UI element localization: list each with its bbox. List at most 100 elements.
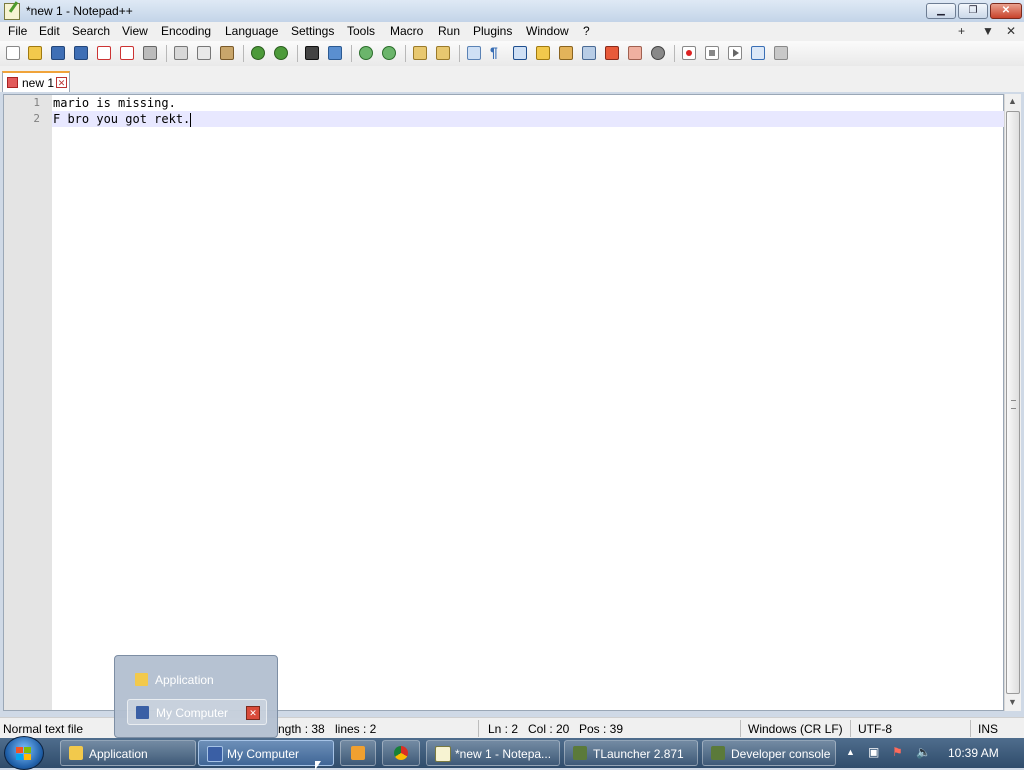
popup-item-application[interactable]: Application bbox=[127, 667, 267, 693]
menu-encoding[interactable]: Encoding bbox=[161, 24, 211, 38]
new-file-icon[interactable] bbox=[6, 46, 20, 60]
play-macro-icon[interactable] bbox=[728, 46, 742, 60]
cut-icon[interactable] bbox=[174, 46, 188, 60]
chrome-icon bbox=[394, 746, 408, 760]
taskbar-label: My Computer bbox=[227, 747, 300, 761]
popup-item-label: My Computer bbox=[156, 706, 229, 720]
scroll-up-icon[interactable]: ▲ bbox=[1008, 96, 1017, 106]
taskbar-notepad[interactable]: *new 1 - Notepa... bbox=[426, 740, 560, 766]
vertical-scrollbar[interactable]: ▲ ▼ bbox=[1004, 94, 1021, 711]
toolbar-separator bbox=[166, 45, 167, 62]
line-number: 2 bbox=[33, 112, 40, 125]
minecraft-icon bbox=[711, 746, 725, 760]
zoom-out-icon[interactable] bbox=[382, 46, 396, 60]
taskbar-thumbnail-popup: Application My Computer ✕ bbox=[114, 655, 278, 738]
toolbar: ¶ bbox=[0, 41, 1024, 67]
restore-icon: ❐ bbox=[968, 5, 978, 16]
menu-bar: File Edit Search View Encoding Language … bbox=[0, 22, 1024, 41]
find-icon[interactable] bbox=[305, 46, 319, 60]
open-file-icon[interactable] bbox=[28, 46, 42, 60]
code-line[interactable]: mario is missing. bbox=[52, 95, 1005, 111]
close-all-icon[interactable] bbox=[120, 46, 134, 60]
folder-icon bbox=[135, 673, 148, 686]
record-macro-icon[interactable] bbox=[682, 46, 696, 60]
new-tab-button[interactable]: + bbox=[958, 24, 965, 38]
taskbar: Application My Computer *new 1 - Notepa.… bbox=[0, 736, 1024, 770]
notepad-plus-plus-icon bbox=[4, 3, 20, 20]
menu-settings[interactable]: Settings bbox=[291, 24, 334, 38]
taskbar-media-player[interactable] bbox=[340, 740, 376, 766]
taskbar-application[interactable]: Application bbox=[60, 740, 196, 766]
copy-icon[interactable] bbox=[197, 46, 211, 60]
current-code-line[interactable]: F bro you got rekt. bbox=[52, 111, 1005, 127]
network-icon[interactable]: ▣ bbox=[868, 745, 879, 759]
taskbar-tlauncher[interactable]: TLauncher 2.871 bbox=[564, 740, 698, 766]
doc-map-icon[interactable] bbox=[559, 46, 573, 60]
status-separator bbox=[478, 720, 479, 737]
status-file-type: Normal text file bbox=[3, 722, 84, 736]
close-button[interactable]: ✕ bbox=[990, 3, 1022, 19]
record-disabled-icon[interactable] bbox=[651, 46, 665, 60]
tab-close-icon[interactable]: ✕ bbox=[56, 77, 67, 88]
title-bar: *new 1 - Notepad++ ▁ ❐ ✕ bbox=[0, 0, 1024, 23]
word-wrap-icon[interactable] bbox=[467, 46, 481, 60]
menu-search[interactable]: Search bbox=[72, 24, 110, 38]
volume-icon[interactable]: 🔈 bbox=[916, 745, 931, 759]
popup-item-my-computer[interactable]: My Computer ✕ bbox=[127, 699, 267, 725]
flag-alert-icon[interactable]: ⚑ bbox=[892, 745, 903, 759]
grip-icon bbox=[1011, 400, 1016, 409]
menu-language[interactable]: Language bbox=[225, 24, 278, 38]
scrollbar-thumb[interactable] bbox=[1006, 111, 1020, 694]
notepad-icon bbox=[435, 746, 451, 762]
status-lines: lines : 2 bbox=[335, 722, 377, 736]
taskbar-developer-console[interactable]: Developer console bbox=[702, 740, 836, 766]
monitor-icon[interactable] bbox=[628, 46, 642, 60]
function-list-icon[interactable] bbox=[582, 46, 596, 60]
folder-workspace-icon[interactable] bbox=[605, 46, 619, 60]
taskbar-chrome[interactable] bbox=[382, 740, 420, 766]
menu-macro[interactable]: Macro bbox=[390, 24, 423, 38]
close-document-button[interactable]: ✕ bbox=[1006, 24, 1016, 38]
show-hidden-icons-icon[interactable]: ▲ bbox=[846, 747, 855, 757]
print-icon[interactable] bbox=[143, 46, 157, 60]
menu-view[interactable]: View bbox=[122, 24, 148, 38]
menu-help[interactable]: ? bbox=[583, 24, 590, 38]
show-all-chars-icon[interactable]: ¶ bbox=[490, 45, 504, 60]
redo-icon[interactable] bbox=[274, 46, 288, 60]
tab-list-button[interactable]: ▼ bbox=[982, 24, 994, 38]
stop-record-icon[interactable] bbox=[705, 46, 719, 60]
minimize-button[interactable]: ▁ bbox=[926, 3, 956, 19]
paste-icon[interactable] bbox=[220, 46, 234, 60]
unsaved-file-icon bbox=[7, 77, 18, 88]
status-separator bbox=[850, 720, 851, 737]
save-icon[interactable] bbox=[51, 46, 65, 60]
menu-edit[interactable]: Edit bbox=[39, 24, 60, 38]
sync-vertical-icon[interactable] bbox=[413, 46, 427, 60]
menu-window[interactable]: Window bbox=[526, 24, 569, 38]
zoom-in-icon[interactable] bbox=[359, 46, 373, 60]
editor-area[interactable]: 1 2 mario is missing. F bro you got rekt… bbox=[3, 94, 1005, 711]
menu-file[interactable]: File bbox=[8, 24, 27, 38]
save-macro-icon[interactable] bbox=[774, 46, 788, 60]
taskbar-my-computer[interactable]: My Computer bbox=[198, 740, 334, 766]
sync-horizontal-icon[interactable] bbox=[436, 46, 450, 60]
clock[interactable]: 10:39 AM bbox=[948, 746, 999, 760]
start-button[interactable] bbox=[4, 736, 44, 770]
close-icon[interactable]: ✕ bbox=[246, 706, 260, 720]
menu-run[interactable]: Run bbox=[438, 24, 460, 38]
tab-new-1[interactable]: new 1 ✕ bbox=[2, 71, 70, 92]
save-all-icon[interactable] bbox=[74, 46, 88, 60]
menu-plugins[interactable]: Plugins bbox=[473, 24, 512, 38]
scroll-down-icon[interactable]: ▼ bbox=[1008, 697, 1017, 707]
indent-guide-icon[interactable] bbox=[513, 46, 527, 60]
menu-tools[interactable]: Tools bbox=[347, 24, 375, 38]
toolbar-separator bbox=[405, 45, 406, 62]
close-file-icon[interactable] bbox=[97, 46, 111, 60]
status-length: ngth : 38 bbox=[278, 722, 325, 736]
media-player-icon bbox=[351, 746, 365, 760]
language-icon[interactable] bbox=[536, 46, 550, 60]
undo-icon[interactable] bbox=[251, 46, 265, 60]
run-macro-multiple-icon[interactable] bbox=[751, 46, 765, 60]
restore-button[interactable]: ❐ bbox=[958, 3, 988, 19]
replace-icon[interactable] bbox=[328, 46, 342, 60]
